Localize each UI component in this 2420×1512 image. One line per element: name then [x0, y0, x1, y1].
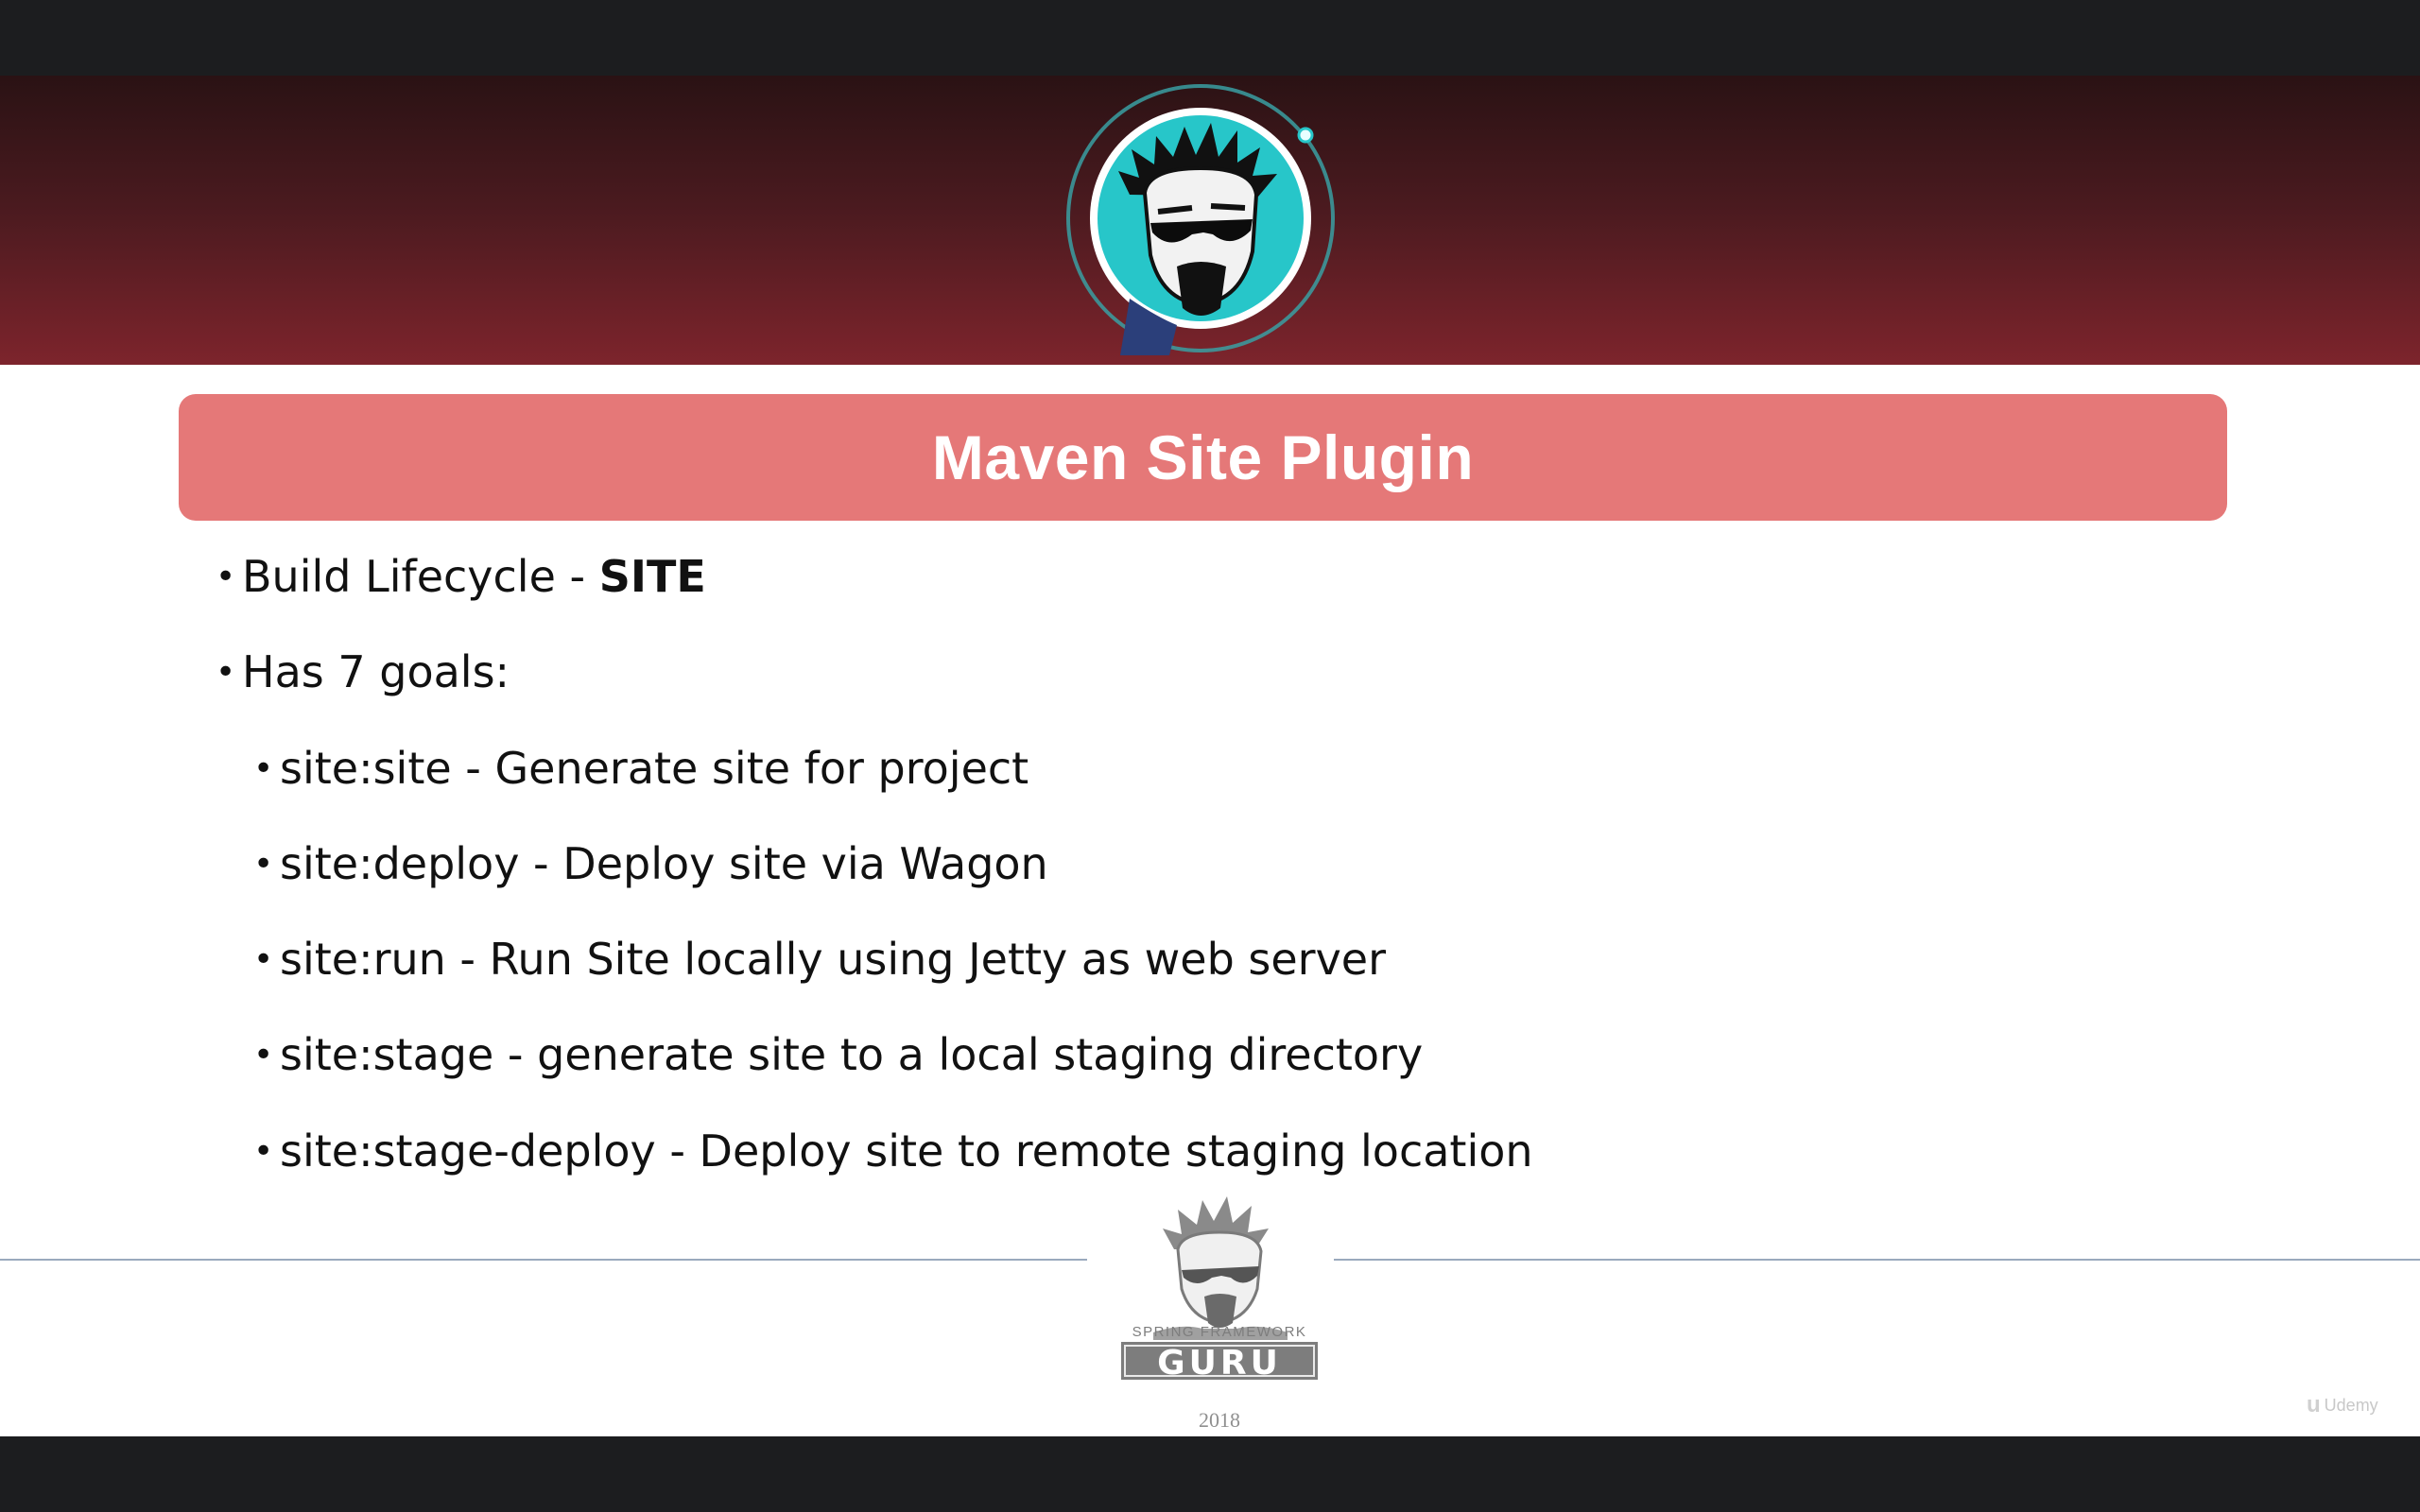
bullet-item: • Has 7 goals:: [216, 644, 510, 701]
bullet-text: site:deploy - Deploy site via Wagon: [280, 838, 1048, 889]
udemy-watermark: u Udemy: [2307, 1391, 2411, 1419]
bullet-bold-text: SITE: [598, 551, 706, 602]
slide-title: Maven Site Plugin: [931, 422, 1475, 492]
bullet-dot: •: [253, 749, 274, 788]
watermark-label: Udemy: [2324, 1395, 2378, 1415]
footer-divider-right: [1334, 1259, 2420, 1261]
bullet-dot: •: [253, 940, 274, 979]
guru-avatar-icon: [1063, 81, 1338, 355]
title-bar: Maven Site Plugin: [179, 394, 2227, 521]
bullet-text: Has 7 goals:: [242, 646, 510, 697]
letterbox-top: [0, 0, 2420, 76]
bullet-dot: •: [216, 653, 236, 692]
footer-year: 2018: [1199, 1408, 1240, 1432]
sub-bullet-item: • site:site - Generate site for project: [253, 740, 1028, 798]
spring-framework-guru-logo: SPRING FRAMEWORK GURU: [1115, 1191, 1323, 1408]
footer-divider-left: [0, 1259, 1087, 1261]
sub-bullet-item: • site:deploy - Deploy site via Wagon: [253, 835, 1048, 893]
sub-bullet-item: • site:run - Run Site locally using Jetty…: [253, 931, 1386, 988]
logo-word: GURU: [1157, 1344, 1282, 1380]
logo-caption: SPRING FRAMEWORK: [1132, 1324, 1307, 1340]
udemy-logo-icon: u: [2307, 1392, 2321, 1418]
bullet-dot: •: [253, 1036, 274, 1074]
bullet-text: site:site - Generate site for project: [280, 743, 1029, 794]
letterbox-bottom: [0, 1436, 2420, 1512]
bullet-text: Build Lifecycle -: [242, 551, 599, 602]
bullet-dot: •: [216, 558, 236, 596]
sub-bullet-item: • site:stage-deploy - Deploy site to remo…: [253, 1123, 1533, 1180]
slide: Maven Site Plugin • Build Lifecycle - SIT…: [0, 76, 2420, 1436]
bullet-text: site:run - Run Site locally using Jetty …: [280, 934, 1387, 985]
bullet-text: site:stage-deploy - Deploy site to remot…: [280, 1125, 1533, 1177]
bullet-item: • Build Lifecycle - SITE: [216, 548, 706, 606]
bullet-text: site:stage - generate site to a local st…: [280, 1029, 1424, 1080]
bullet-dot: •: [253, 1132, 274, 1171]
sub-bullet-item: • site:stage - generate site to a local s…: [253, 1026, 1423, 1084]
bullet-dot: •: [253, 845, 274, 884]
